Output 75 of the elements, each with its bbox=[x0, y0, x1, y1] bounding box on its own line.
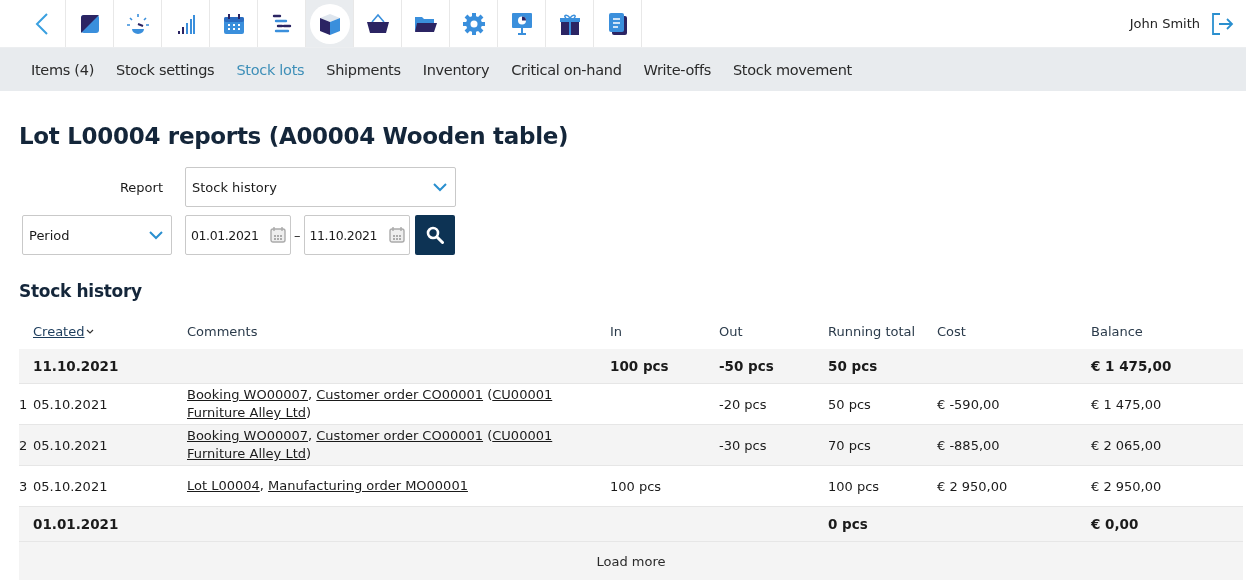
tab[interactable]: Write-offs bbox=[632, 48, 722, 91]
sort-caret-icon bbox=[86, 328, 95, 334]
tab[interactable]: Stock settings bbox=[105, 48, 226, 91]
search-button[interactable] bbox=[414, 215, 455, 255]
table-cell: € 0,00 bbox=[1091, 516, 1139, 532]
table-cell: 01.01.2021 bbox=[33, 516, 119, 532]
folder-icon bbox=[413, 14, 438, 33]
tab[interactable]: Critical on-hand bbox=[500, 48, 633, 91]
document-icon bbox=[608, 12, 627, 35]
table-cell: -20 pcs bbox=[719, 396, 767, 412]
cube-icon bbox=[309, 3, 350, 44]
column-header: Comments bbox=[187, 323, 258, 339]
row-number: 3 bbox=[19, 478, 28, 494]
chevron-down-icon bbox=[433, 182, 447, 192]
table-cell: 05.10.2021 bbox=[33, 437, 108, 453]
table-cell: € -885,00 bbox=[937, 437, 1000, 453]
tab[interactable]: Items (4) bbox=[19, 48, 105, 91]
table-cell: € -590,00 bbox=[937, 396, 1000, 412]
logout-icon bbox=[1212, 12, 1234, 35]
square-icon bbox=[80, 14, 99, 33]
load-more-button[interactable]: Load more bbox=[19, 542, 1243, 580]
row-number: 1 bbox=[19, 396, 28, 412]
date-separator: – bbox=[294, 227, 301, 243]
list-icon bbox=[271, 13, 292, 34]
table-cell: 0 pcs bbox=[828, 516, 868, 532]
table-cell: € 1 475,00 bbox=[1091, 396, 1162, 412]
tab[interactable]: Shipments bbox=[315, 48, 412, 91]
comment-text: Lot L00004, Manufacturing order MO00001 bbox=[187, 477, 469, 495]
table-cell: 05.10.2021 bbox=[33, 396, 108, 412]
settings-icon bbox=[462, 12, 485, 35]
table-cell: 50 pcs bbox=[828, 396, 871, 412]
date-field[interactable]: 11.10.2021 bbox=[303, 215, 410, 255]
gauge-icon bbox=[125, 12, 150, 35]
period-select[interactable]: Period bbox=[22, 215, 172, 255]
comment-text: Booking WO00007, Customer order CO00001 (CU00001 Furniture Alley Ltd) bbox=[187, 386, 554, 422]
table-cell: 100 pcs bbox=[828, 478, 880, 494]
gift-icon bbox=[559, 12, 580, 35]
table-cell: 100 pcs bbox=[610, 358, 669, 374]
table-cell: -30 pcs bbox=[719, 437, 767, 453]
table-cell: 50 pcs bbox=[828, 358, 878, 374]
report-select[interactable]: Stock history bbox=[185, 167, 456, 207]
table-cell: 100 pcs bbox=[610, 478, 662, 494]
sort-header-link[interactable]: Created bbox=[33, 323, 95, 339]
basket-icon bbox=[365, 12, 390, 35]
table-cell: € 2 065,00 bbox=[1091, 437, 1162, 453]
calendar-icon bbox=[388, 227, 405, 243]
table-cell: € 2 950,00 bbox=[1091, 478, 1162, 494]
user-name: John Smith bbox=[1129, 16, 1200, 31]
calendar-icon bbox=[270, 227, 286, 243]
table-cell: 05.10.2021 bbox=[33, 478, 108, 494]
tab[interactable]: Inventory bbox=[411, 48, 501, 91]
page-title: Lot L00004 reports (A00004 Wooden table) bbox=[19, 123, 570, 149]
column-header: Balance bbox=[1091, 323, 1143, 339]
table-cell: € 2 950,00 bbox=[937, 478, 1008, 494]
table-cell: € 1 475,00 bbox=[1091, 358, 1172, 374]
search-icon bbox=[425, 226, 444, 244]
presentation-icon bbox=[511, 12, 532, 35]
report-label: Report bbox=[118, 179, 164, 195]
section-title: Stock history bbox=[19, 281, 143, 301]
table-cell: -50 pcs bbox=[719, 358, 774, 374]
comment-text: Booking WO00007, Customer order CO00001 (CU00001 Furniture Alley Ltd) bbox=[187, 427, 554, 463]
table-cell: 70 pcs bbox=[828, 437, 871, 453]
chevron-left-icon bbox=[35, 11, 49, 36]
app-button[interactable] bbox=[306, 0, 354, 47]
row-number: 2 bbox=[19, 437, 28, 453]
chevron-down-icon bbox=[149, 230, 163, 240]
column-header: Out bbox=[719, 323, 743, 339]
tab[interactable]: Stock movement bbox=[721, 48, 863, 91]
column-header: Cost bbox=[937, 323, 966, 339]
column-header: In bbox=[610, 323, 623, 339]
signal-bars-icon bbox=[176, 13, 195, 34]
calendar-icon bbox=[223, 13, 244, 34]
table-cell: 11.10.2021 bbox=[33, 358, 119, 374]
column-header: Running total bbox=[828, 323, 916, 339]
date-field[interactable]: 01.01.2021 bbox=[185, 215, 291, 255]
